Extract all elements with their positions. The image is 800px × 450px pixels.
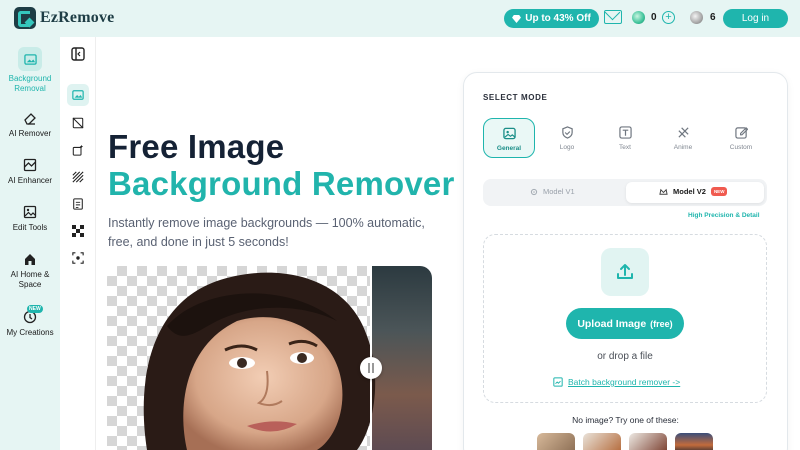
mode-general[interactable]: General <box>483 118 535 158</box>
tool-column <box>60 37 96 450</box>
sidebar-item-ai-remover[interactable]: AI Remover <box>0 111 60 139</box>
shield-icon <box>561 126 573 139</box>
model-v2-content[interactable]: Model V2 NEW <box>659 187 728 196</box>
eraser-icon <box>24 113 36 125</box>
hero-title-line1: Free Image <box>108 128 285 165</box>
top-bar <box>0 0 800 37</box>
model-v1-option[interactable]: Model V1 <box>530 187 575 196</box>
toggle-panel-icon[interactable] <box>70 46 86 62</box>
sidebar-label: AI Enhancer <box>7 176 53 185</box>
green-credit-count: 0 <box>651 12 657 23</box>
hero-title-line2: Background Remover <box>108 165 455 202</box>
upload-icon[interactable] <box>601 248 649 296</box>
model-v2-label: Model V2 <box>673 187 706 196</box>
mail-icon[interactable] <box>604 10 622 24</box>
mode-custom[interactable]: Custom <box>715 118 767 158</box>
checker-tool-icon[interactable] <box>70 223 86 239</box>
sidebar-label: AI Remover <box>8 129 52 138</box>
promo-button[interactable]: Up to 43% Off <box>504 9 599 28</box>
sidebar-label: Removal <box>14 84 46 93</box>
upload-free-label: (free) <box>650 318 673 329</box>
silver-credit-count: 6 <box>710 12 716 23</box>
sidebar-label: AI Home & <box>10 270 50 279</box>
logo-icon <box>14 7 36 29</box>
upload-image-button[interactable]: Upload Image (free) <box>566 308 684 339</box>
sidebar-item-my-creations[interactable]: NEW My Creations <box>0 305 60 338</box>
sidebar-item-background-removal[interactable]: Background Removal <box>0 47 60 94</box>
mode-label: Custom <box>729 144 753 151</box>
portrait-image <box>143 272 376 450</box>
login-button[interactable]: Log in <box>723 9 788 28</box>
sidebar-item-ai-home-space[interactable]: AI Home & Space <box>0 252 60 290</box>
gear-icon <box>530 188 538 195</box>
high-precision-note: High Precision & Detail <box>688 212 760 219</box>
sample-image-dog[interactable] <box>583 433 621 450</box>
sidebar-label: My Creations <box>6 328 54 337</box>
sidebar-label: Background <box>8 74 52 83</box>
photo-edit-icon <box>23 205 37 219</box>
sample-image-woman[interactable] <box>537 433 575 450</box>
remove-image-tool-icon[interactable] <box>70 115 86 131</box>
batch-remover-link[interactable]: Batch background remover -> <box>553 377 680 387</box>
batch-label: Batch background remover -> <box>568 377 681 387</box>
transparent-tool-icon[interactable] <box>70 169 86 185</box>
sidebar-item-ai-enhancer[interactable]: AI Enhancer <box>0 158 60 186</box>
scan-tool-icon[interactable] <box>70 250 86 266</box>
mode-label: Text <box>619 144 631 151</box>
before-after-preview <box>107 266 432 450</box>
image-sparkle-icon <box>23 53 37 65</box>
sidebar-label: Space <box>18 280 42 289</box>
mode-text[interactable]: Text <box>599 118 651 158</box>
silver-credit-icon <box>690 11 703 24</box>
document-tool-icon[interactable] <box>70 196 86 212</box>
sidebar-item-edit-tools[interactable]: Edit Tools <box>0 205 60 233</box>
promo-label: Up to 43% Off <box>525 13 591 24</box>
new-badge: NEW <box>27 305 43 313</box>
compare-slider-handle[interactable] <box>360 357 382 379</box>
enhance-icon <box>23 158 37 172</box>
sample-prompt: No image? Try one of these: <box>572 415 679 425</box>
add-credits-icon[interactable]: + <box>662 11 675 24</box>
mode-anime[interactable]: Anime <box>657 118 709 158</box>
mode-label: Logo <box>559 144 575 151</box>
magic-tool-icon[interactable] <box>70 142 86 158</box>
diamond-icon <box>512 14 522 23</box>
sidebar-label: Edit Tools <box>12 223 48 232</box>
brand-name: EzRemove <box>40 9 115 26</box>
sample-image-bag[interactable] <box>629 433 667 450</box>
upload-label: Upload Image <box>577 317 647 330</box>
background-removal-tool-icon[interactable] <box>67 84 89 106</box>
mode-logo[interactable]: Logo <box>541 118 593 158</box>
home-icon <box>25 254 35 265</box>
new-badge: NEW <box>710 187 728 196</box>
hero-subtitle: Instantly remove image backgrounds — 100… <box>108 216 425 249</box>
model-v1-label: Model V1 <box>543 187 575 196</box>
brand-logo[interactable]: EzRemove <box>14 7 114 29</box>
mode-label: General <box>496 145 522 152</box>
text-icon <box>618 126 632 139</box>
edit-icon <box>734 127 748 139</box>
batch-icon <box>553 377 563 387</box>
mode-label: Anime <box>673 144 693 151</box>
crown-icon <box>659 188 668 195</box>
sample-image-city[interactable] <box>675 433 713 450</box>
drop-file-label: or drop a file <box>597 351 653 362</box>
select-mode-label: SELECT MODE <box>483 93 548 102</box>
green-credit-icon <box>632 11 645 24</box>
anime-icon <box>677 127 689 138</box>
image-icon <box>502 127 516 140</box>
left-sidebar: Background Removal AI Remover AI Enhance… <box>0 37 60 450</box>
